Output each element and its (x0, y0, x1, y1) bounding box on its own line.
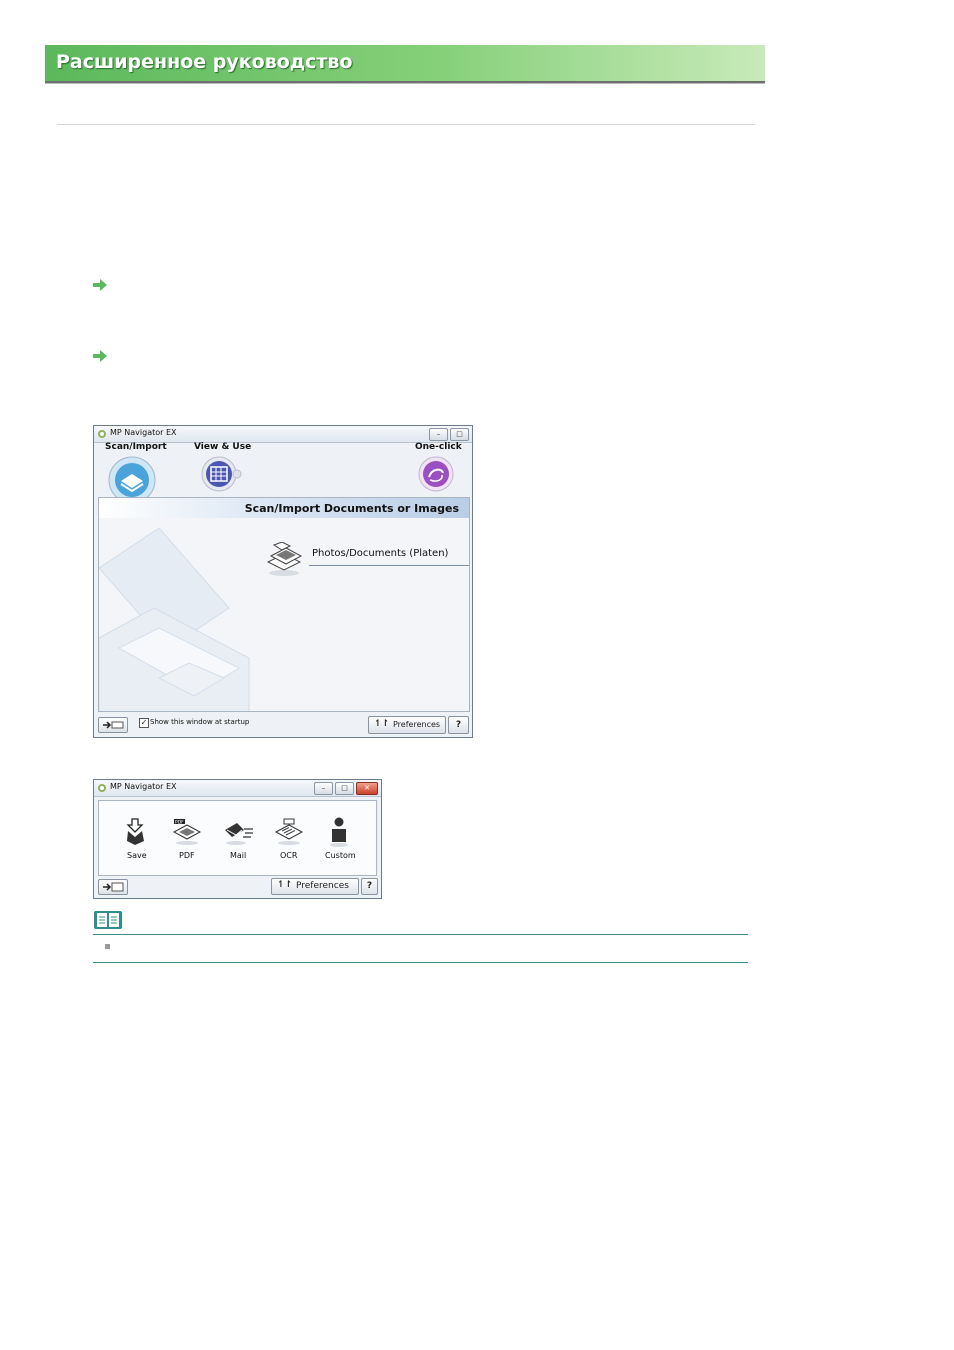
mode-arrow-icon (103, 721, 124, 729)
one-click-icon[interactable] (412, 455, 460, 495)
preferences-label: Preferences (296, 881, 349, 891)
minimize-button[interactable]: – (429, 428, 448, 441)
startup-checkbox[interactable]: ✓ (139, 718, 149, 728)
mp-navigator-main-window: MP Navigator EX – □ Scan/Import View & U… (93, 425, 473, 738)
preferences-label: Preferences (393, 720, 441, 729)
preferences-icon: ↿↾ (374, 719, 390, 729)
link-arrow-icon[interactable] (93, 350, 107, 362)
pdf-icon[interactable]: PDF (172, 818, 202, 846)
window-titlebar: MP Navigator EX – □ ✕ (94, 780, 381, 797)
window-title: MP Navigator EX (110, 428, 177, 437)
banner-title: Расширенное руководство (56, 51, 353, 73)
photos-documents-icon[interactable] (264, 542, 306, 578)
mail-label[interactable]: Mail (230, 851, 246, 860)
window-titlebar: MP Navigator EX – □ (94, 426, 472, 443)
note-top-rule (93, 934, 748, 935)
ocr-icon[interactable] (274, 818, 304, 846)
preferences-button[interactable]: ↿↾ Preferences (271, 878, 359, 895)
app-icon (98, 430, 106, 438)
preferences-button[interactable]: ↿↾ Preferences (368, 716, 446, 734)
help-label: ? (366, 881, 373, 891)
help-label: ? (455, 720, 462, 730)
mail-icon[interactable] (222, 818, 254, 846)
maximize-button[interactable]: □ (335, 782, 354, 795)
startup-checkbox-label: Show this window at startup (150, 718, 250, 726)
link-arrow-icon[interactable] (93, 279, 107, 291)
svg-text:PDF: PDF (175, 820, 184, 826)
save-label[interactable]: Save (127, 851, 147, 860)
option-underline (309, 565, 469, 566)
custom-icon[interactable] (328, 816, 350, 848)
close-button[interactable]: ✕ (356, 782, 378, 795)
ocr-label[interactable]: OCR (280, 851, 297, 860)
view-use-icon[interactable] (197, 455, 245, 495)
save-icon[interactable] (124, 817, 148, 847)
preferences-icon: ↿↾ (277, 880, 293, 890)
note-book-icon (94, 911, 122, 929)
tab-scan-import-label: Scan/Import (105, 442, 167, 452)
scanner-illustration-icon (99, 528, 250, 711)
note-bullet (105, 944, 110, 949)
tab-view-use-label: View & Use (194, 442, 252, 452)
help-button[interactable]: ? (361, 878, 378, 895)
note-bottom-rule (93, 962, 748, 963)
maximize-button[interactable]: □ (450, 428, 469, 441)
section-header: Scan/Import Documents or Images (244, 502, 459, 515)
app-icon (98, 784, 106, 792)
content-panel: Scan/Import Documents or Images Photos/D… (98, 497, 470, 712)
photos-documents-option[interactable]: Photos/Documents (Platen) (312, 548, 448, 559)
top-divider (57, 124, 755, 125)
tab-one-click-label: One-click (415, 442, 462, 452)
switch-mode-button[interactable] (98, 717, 128, 733)
minimize-button[interactable]: – (314, 782, 333, 795)
mode-arrow-icon (103, 882, 124, 892)
help-button[interactable]: ? (448, 716, 469, 734)
switch-mode-button[interactable] (98, 879, 128, 895)
mp-navigator-one-click-window: MP Navigator EX – □ ✕ Save PDF PDF Mail … (93, 779, 382, 899)
custom-label[interactable]: Custom (325, 851, 356, 860)
guide-banner: Расширенное руководство (45, 45, 765, 83)
window-title: MP Navigator EX (110, 782, 177, 791)
pdf-label[interactable]: PDF (179, 851, 195, 860)
